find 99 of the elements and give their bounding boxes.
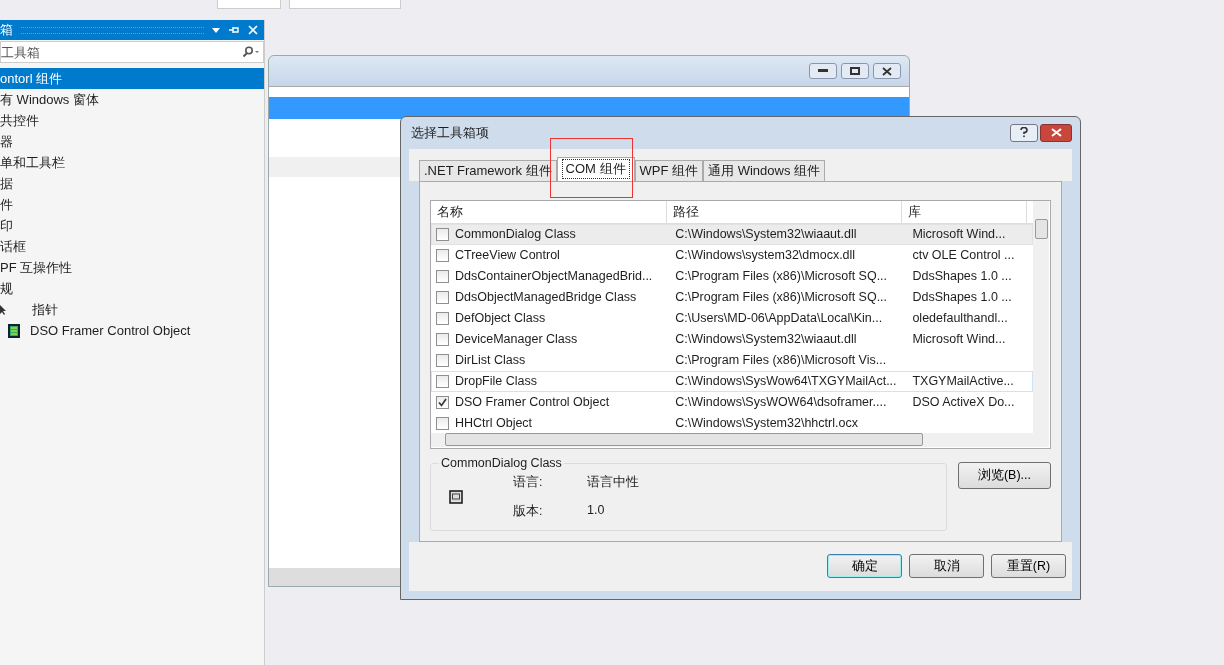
table-row[interactable]: DSO Framer Control Object C:\Windows\SysWOW64\dsoframer.... DSO ActiveX Do... <box>431 391 1033 413</box>
dropdown-icon[interactable] <box>212 27 220 33</box>
toolbox-item[interactable]: 据 <box>0 173 264 194</box>
checkbox[interactable] <box>436 353 449 367</box>
table-cell: C:\Program Files (x86)\Microsoft SQ... <box>675 290 888 305</box>
table-cell: C:\Windows\SysWow64\TXGYMailAct... <box>675 374 897 389</box>
table-row[interactable]: CommonDialog Class C:\Windows\System32\wiaaut.dll Microsoft Wind... <box>431 223 1033 245</box>
control-icon <box>8 323 20 338</box>
table-cell: CTreeView Control <box>455 248 560 263</box>
minimize-icon <box>818 69 828 73</box>
checkbox[interactable] <box>436 248 449 262</box>
browse-button[interactable]: 浏览(B)... <box>957 461 1051 489</box>
table-cell: ctv OLE Control ... <box>912 248 1015 263</box>
table-cell: DdsShapes 1.0 ... <box>912 290 1012 305</box>
toolbox-item[interactable]: PF 互操作性 <box>0 257 264 278</box>
vertical-scrollbar[interactable] <box>1033 200 1049 433</box>
table-cell: DirList Class <box>455 353 526 368</box>
table-cell: C:\Windows\system32\dmocx.dll <box>675 248 856 263</box>
toolbox-item[interactable]: 件 <box>0 194 264 215</box>
table-cell: Microsoft Wind... <box>912 227 1006 242</box>
toolbox-item[interactable]: 印 <box>0 215 264 236</box>
pointer-icon <box>0 304 6 315</box>
table-cell: CommonDialog Class <box>455 227 576 242</box>
field-value: 语言中性 <box>587 473 639 491</box>
table-cell: C:\Windows\System32\wiaaut.dll <box>675 227 857 242</box>
table-cell: C:\Windows\System32\hhctrl.ocx <box>675 416 858 431</box>
tab[interactable]: COM 组件 <box>556 156 635 181</box>
table-cell: oledefaulthandl... <box>912 311 1008 326</box>
close-button[interactable] <box>1040 123 1072 142</box>
tab[interactable]: 通用 Windows 组件 <box>703 159 826 181</box>
table-cell: DeviceManager Class <box>455 332 578 347</box>
toolbox-item[interactable]: 规 <box>0 278 264 299</box>
toolbox-item[interactable]: 器 <box>0 131 264 152</box>
table-cell: DSO ActiveX Do... <box>912 395 1015 410</box>
checkbox[interactable] <box>436 290 449 304</box>
column-header[interactable]: 路径 <box>666 200 903 223</box>
checkbox[interactable] <box>436 416 449 430</box>
table-cell: DropFile Class <box>455 374 537 389</box>
pin-icon[interactable] <box>228 25 240 35</box>
table-row[interactable]: DefObject Class C:\Users\MD-06\AppData\Local\Kin... oledefaulthandl... <box>431 307 1033 329</box>
table-cell: HHCtrl Object <box>455 416 533 431</box>
toolbox-item[interactable]: 话框 <box>0 236 264 257</box>
close-icon <box>1050 128 1062 138</box>
table-cell: C:\Program Files (x86)\Microsoft SQ... <box>675 269 888 284</box>
help-icon <box>1020 127 1028 139</box>
table-cell: C:\Users\MD-06\AppData\Local\Kin... <box>675 311 883 326</box>
table-cell: C:\Windows\SysWOW64\dsoframer.... <box>675 395 887 410</box>
maximize-button[interactable] <box>841 63 869 79</box>
table-row[interactable]: CTreeView Control C:\Windows\system32\dmocx.dll ctv OLE Control ... <box>431 244 1033 266</box>
horizontal-scrollbar[interactable] <box>431 432 1049 447</box>
table-cell: DdsContainerObjectManagedBrid... <box>455 269 653 284</box>
table-cell: DdsShapes 1.0 ... <box>912 269 1012 284</box>
dialog-button[interactable]: 重置(R) <box>991 554 1066 579</box>
checkbox[interactable] <box>436 269 449 283</box>
field-label: 语言: <box>513 473 544 491</box>
tab[interactable]: WPF 组件 <box>634 159 704 181</box>
column-header[interactable]: 名称 <box>431 200 667 223</box>
checkbox[interactable] <box>436 374 449 388</box>
table-row[interactable]: HHCtrl Object C:\Windows\System32\hhctrl.ocx <box>431 412 1033 433</box>
checkbox[interactable] <box>436 227 449 241</box>
search-field[interactable]: 工具箱 <box>0 41 264 63</box>
minimize-button[interactable] <box>809 63 837 79</box>
toolbox-item[interactable]: 指针 <box>0 299 264 320</box>
search-icon <box>242 46 260 58</box>
table-cell: C:\Windows\System32\wiaaut.dll <box>675 332 857 347</box>
table-row[interactable]: DropFile Class C:\Windows\SysWow64\TXGYMailAct... TXGYMailActive... <box>431 370 1033 392</box>
table-row[interactable]: DirList Class C:\Program Files (x86)\Microsoft Vis... <box>431 349 1033 371</box>
table-cell: C:\Program Files (x86)\Microsoft Vis... <box>675 353 887 368</box>
toolbox-item[interactable]: ontorl 组件 <box>0 68 264 89</box>
field-value: 1.0 <box>587 502 606 519</box>
close-button[interactable] <box>873 63 901 79</box>
window-title: 选择工具箱项 <box>411 123 490 142</box>
dialog-button[interactable]: 确定 <box>827 554 902 579</box>
group-title: CommonDialog Class <box>439 455 564 470</box>
field-label: 版本: <box>513 502 544 520</box>
panel-title: 箱 <box>0 21 13 39</box>
component-icon <box>449 489 463 504</box>
maximize-icon <box>850 67 860 75</box>
toolbox-item[interactable]: DSO Framer Control Object <box>0 320 264 341</box>
help-button[interactable] <box>1010 123 1038 142</box>
close-icon <box>882 66 892 76</box>
column-header[interactable]: 库 <box>902 200 1027 223</box>
toolbox-item[interactable]: 共控件 <box>0 110 264 131</box>
table-row[interactable]: DdsContainerObjectManagedBrid... C:\Program Files (x86)\Microsoft SQ... DdsShapes 1.0 ... <box>431 265 1033 287</box>
table-cell: DSO Framer Control Object <box>455 395 610 410</box>
dialog-button[interactable]: 取消 <box>909 554 984 579</box>
toolbox-item[interactable]: 有 Windows 窗体 <box>0 89 264 110</box>
checkbox[interactable] <box>436 395 449 409</box>
table-row[interactable]: DeviceManager Class C:\Windows\System32\wiaaut.dll Microsoft Wind... <box>431 328 1033 350</box>
checkbox[interactable] <box>436 332 449 346</box>
table-cell: Microsoft Wind... <box>912 332 1006 347</box>
table-cell: DefObject Class <box>455 311 546 326</box>
toolbox-item[interactable]: 单和工具栏 <box>0 152 264 173</box>
checkbox[interactable] <box>436 311 449 325</box>
close-icon[interactable] <box>248 25 258 35</box>
table-cell: DdsObjectManagedBridge Class <box>455 290 637 305</box>
grip-pattern[interactable] <box>21 26 204 34</box>
table-row[interactable]: DdsObjectManagedBridge Class C:\Program Files (x86)\Microsoft SQ... DdsShapes 1.0 ... <box>431 286 1033 308</box>
table-cell: TXGYMailActive... <box>912 374 1014 389</box>
